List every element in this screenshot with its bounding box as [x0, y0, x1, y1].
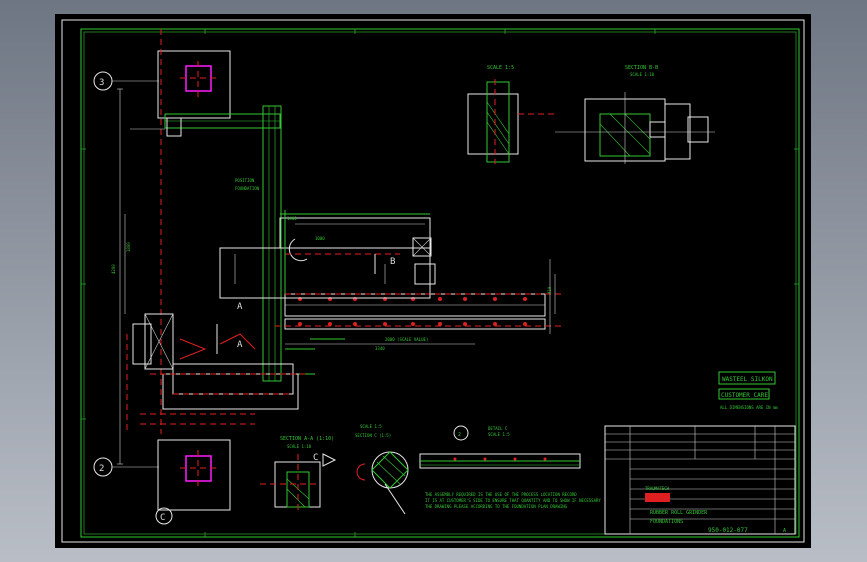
steel-frame-column[interactable]	[130, 105, 282, 382]
svg-text:SCALE 1:5: SCALE 1:5	[488, 432, 510, 437]
svg-text:SECTION B-B: SECTION B-B	[625, 65, 658, 71]
svg-text:IT IS AT CUSTOMER'S SIDE TO EN: IT IS AT CUSTOMER'S SIDE TO ENSURE THAT …	[425, 498, 601, 503]
section-marker-a-top: A	[237, 340, 243, 350]
svg-text:DETAIL C: DETAIL C	[488, 426, 508, 431]
title-block[interactable]: TRAUMATECH RUBBER ROLL GRINDER FOUNDATIO…	[604, 425, 796, 535]
foundation-pad-top[interactable]	[157, 50, 231, 119]
cad-viewport[interactable]: 3 2 C 1460 1000 3340 2000 (SCALE VALUE) …	[55, 14, 811, 548]
svg-text:THE ASSEMBLY REQUIRED IS THE U: THE ASSEMBLY REQUIRED IS THE USE OF THE …	[425, 492, 577, 497]
section-marker-a-bottom: A	[237, 302, 243, 312]
svg-text:POSITION: POSITION	[235, 178, 255, 183]
dimension-note: ALL DIMENSIONS ARE IN mm	[720, 405, 778, 410]
upper-carriage[interactable]	[219, 217, 436, 299]
title-block-drawing-number: 950-012-077	[708, 527, 748, 534]
svg-text:1000: 1000	[315, 236, 325, 241]
svg-text:3340: 3340	[375, 346, 385, 351]
company-stamp: WASTEEL SILKON	[718, 371, 776, 385]
general-notes: THE ASSEMBLY REQUIRED IS THE USE OF THE …	[425, 492, 601, 509]
title-block-project: RUBBER ROLL GRINDER	[650, 510, 708, 516]
grinding-head[interactable]	[132, 313, 305, 410]
svg-text:2: 2	[458, 432, 461, 438]
hidden-lines	[126, 334, 255, 434]
grid-bubble-3[interactable]: 3	[93, 71, 159, 91]
svg-text:WASTEEL SILKON: WASTEEL SILKON	[722, 376, 773, 383]
foundation-pad-bottom[interactable]	[157, 439, 231, 511]
svg-text:FOUNDATION: FOUNDATION	[235, 186, 260, 191]
svg-text:SECTION A-A (1:10): SECTION A-A (1:10)	[280, 436, 334, 442]
svg-text:SCALE 1:10: SCALE 1:10	[630, 72, 655, 77]
grid-bubble-2[interactable]: 2	[93, 457, 159, 477]
svg-text:4200: 4200	[111, 264, 116, 274]
svg-text:SCALE 1:10: SCALE 1:10	[287, 444, 312, 449]
detail-c-view[interactable]: 2 DETAIL C SCALE 1:5	[419, 425, 581, 469]
dimension-lines	[124, 214, 556, 345]
drawing-canvas[interactable]: 3 2 C 1460 1000 3340 2000 (SCALE VALUE) …	[55, 14, 811, 548]
svg-text:2000 (SCALE VALUE): 2000 (SCALE VALUE)	[385, 337, 428, 342]
title-block-revision: A	[783, 528, 786, 534]
title-block-logo: TRAUMATECH	[645, 486, 670, 491]
svg-text:3: 3	[99, 78, 104, 88]
detail-view-scale-1-5-top[interactable]: SCALE 1:5	[467, 65, 555, 164]
section-marker-b: B	[390, 257, 395, 267]
svg-text:2: 2	[99, 464, 104, 474]
title-block-subtitle: FOUNDATIONS	[650, 519, 683, 525]
svg-text:SCALE 1:5: SCALE 1:5	[360, 424, 382, 429]
svg-text:1460: 1460	[287, 216, 297, 221]
svg-text:410: 410	[547, 286, 552, 294]
svg-text:1800: 1800	[126, 242, 131, 252]
svg-text:C: C	[313, 453, 318, 463]
svg-text:THE DRAWING PLEASE ACCORDING T: THE DRAWING PLEASE ACCORDING TO THE FOUN…	[425, 504, 568, 509]
machine-bed[interactable]	[275, 293, 565, 330]
anchor-bolts-row-2	[298, 322, 527, 326]
title-block-logo-mark	[645, 493, 670, 502]
svg-text:C: C	[160, 513, 165, 523]
customer-stamp: CUSTOMER CARE	[718, 388, 770, 400]
section-a-a-view[interactable]: SECTION A-A (1:10) SCALE 1:10	[260, 436, 334, 514]
svg-text:SECTION C (1:5): SECTION C (1:5)	[355, 433, 391, 438]
sheet-outer-border	[61, 19, 805, 543]
section-b-b-view[interactable]: SECTION B-B SCALE 1:10	[555, 65, 715, 164]
svg-text:CUSTOMER CARE: CUSTOMER CARE	[721, 392, 768, 399]
svg-text:SCALE 1:5: SCALE 1:5	[487, 65, 514, 71]
